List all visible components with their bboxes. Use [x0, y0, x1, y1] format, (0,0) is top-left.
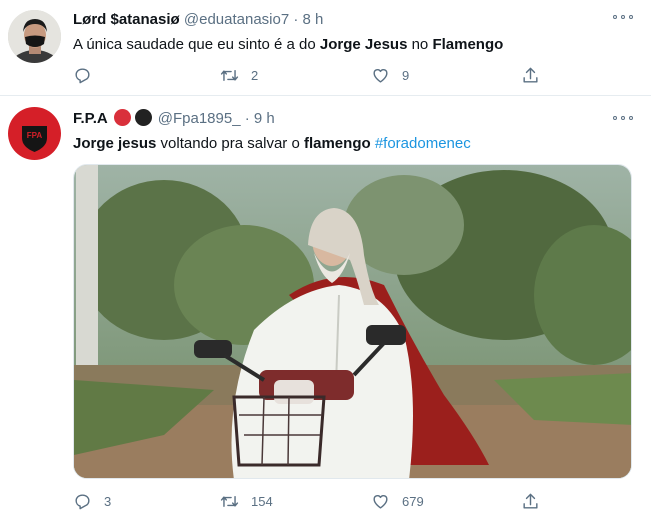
- retweet-count: 2: [251, 67, 259, 83]
- reply-button[interactable]: 3: [73, 490, 111, 512]
- avatar-label: FPA: [27, 131, 43, 140]
- author-name[interactable]: Lørd $atanasiø: [73, 11, 180, 28]
- share-icon: [523, 67, 538, 83]
- red-circle-emoji-icon: [113, 109, 131, 126]
- tweet-time[interactable]: 9 h: [254, 110, 275, 127]
- tweet-text-part: voltando pra salvar o: [156, 135, 304, 152]
- hashtag-link[interactable]: #foradomenec: [375, 135, 471, 152]
- reply-count: 3: [104, 493, 112, 509]
- black-circle-emoji-icon: [134, 109, 152, 126]
- separator: ·: [244, 110, 250, 127]
- author-handle[interactable]: @Fpa1895_: [158, 110, 241, 127]
- tweet-text-bold: flamengo: [303, 135, 371, 152]
- reply-icon: [75, 493, 90, 509]
- tweet[interactable]: FPA F.P.A @Fpa1895_ · 9 h Jorge jesus vol…: [0, 97, 651, 519]
- like-count: 9: [402, 67, 410, 83]
- tweet-header: Lørd $atanasiø @eduatanasio7 · 8 h: [73, 11, 323, 28]
- like-icon: [373, 494, 388, 509]
- retweet-icon: [220, 495, 239, 507]
- tweet-text: A única saudade que eu sinto é a do Jorg…: [73, 36, 503, 53]
- tweet-actions: 3 154 679: [73, 490, 573, 512]
- tweet-time[interactable]: 8 h: [303, 11, 324, 28]
- like-count: 679: [402, 493, 424, 509]
- tweet-text-bold: Jorge jesus: [73, 135, 157, 152]
- retweet-icon: [220, 69, 239, 81]
- share-button[interactable]: [521, 490, 540, 512]
- tweet-media-image[interactable]: [73, 164, 632, 479]
- tweet[interactable]: Lørd $atanasiø @eduatanasio7 · 8 h A úni…: [0, 0, 651, 96]
- tweet-header: F.P.A @Fpa1895_ · 9 h: [73, 109, 275, 127]
- tweet-text-bold: Jorge Jesus: [319, 36, 408, 53]
- share-icon: [523, 493, 538, 509]
- retweet-button[interactable]: 2: [220, 64, 258, 86]
- author-name[interactable]: F.P.A: [73, 110, 108, 127]
- more-icon[interactable]: [613, 115, 633, 121]
- reply-icon: [75, 67, 90, 83]
- separator: ·: [293, 11, 299, 28]
- avatar[interactable]: FPA: [8, 107, 61, 160]
- like-button[interactable]: 679: [371, 490, 424, 512]
- author-handle[interactable]: @eduatanasio7: [184, 11, 289, 28]
- tweet-text-part: A única saudade que eu sinto é a do: [73, 36, 320, 53]
- retweet-button[interactable]: 154: [220, 490, 273, 512]
- reply-button[interactable]: [73, 64, 104, 86]
- avatar[interactable]: [8, 10, 61, 63]
- like-button[interactable]: 9: [371, 64, 409, 86]
- share-button[interactable]: [521, 64, 540, 86]
- tweet-text-part: no: [407, 36, 433, 53]
- retweet-count: 154: [251, 493, 273, 509]
- tweet-text-bold: Flamengo: [432, 36, 504, 53]
- tweet-actions: 2 9: [73, 64, 573, 86]
- more-icon[interactable]: [613, 14, 633, 20]
- tweet-text: Jorge jesus voltando pra salvar o flamen…: [73, 135, 471, 152]
- like-icon: [373, 68, 388, 83]
